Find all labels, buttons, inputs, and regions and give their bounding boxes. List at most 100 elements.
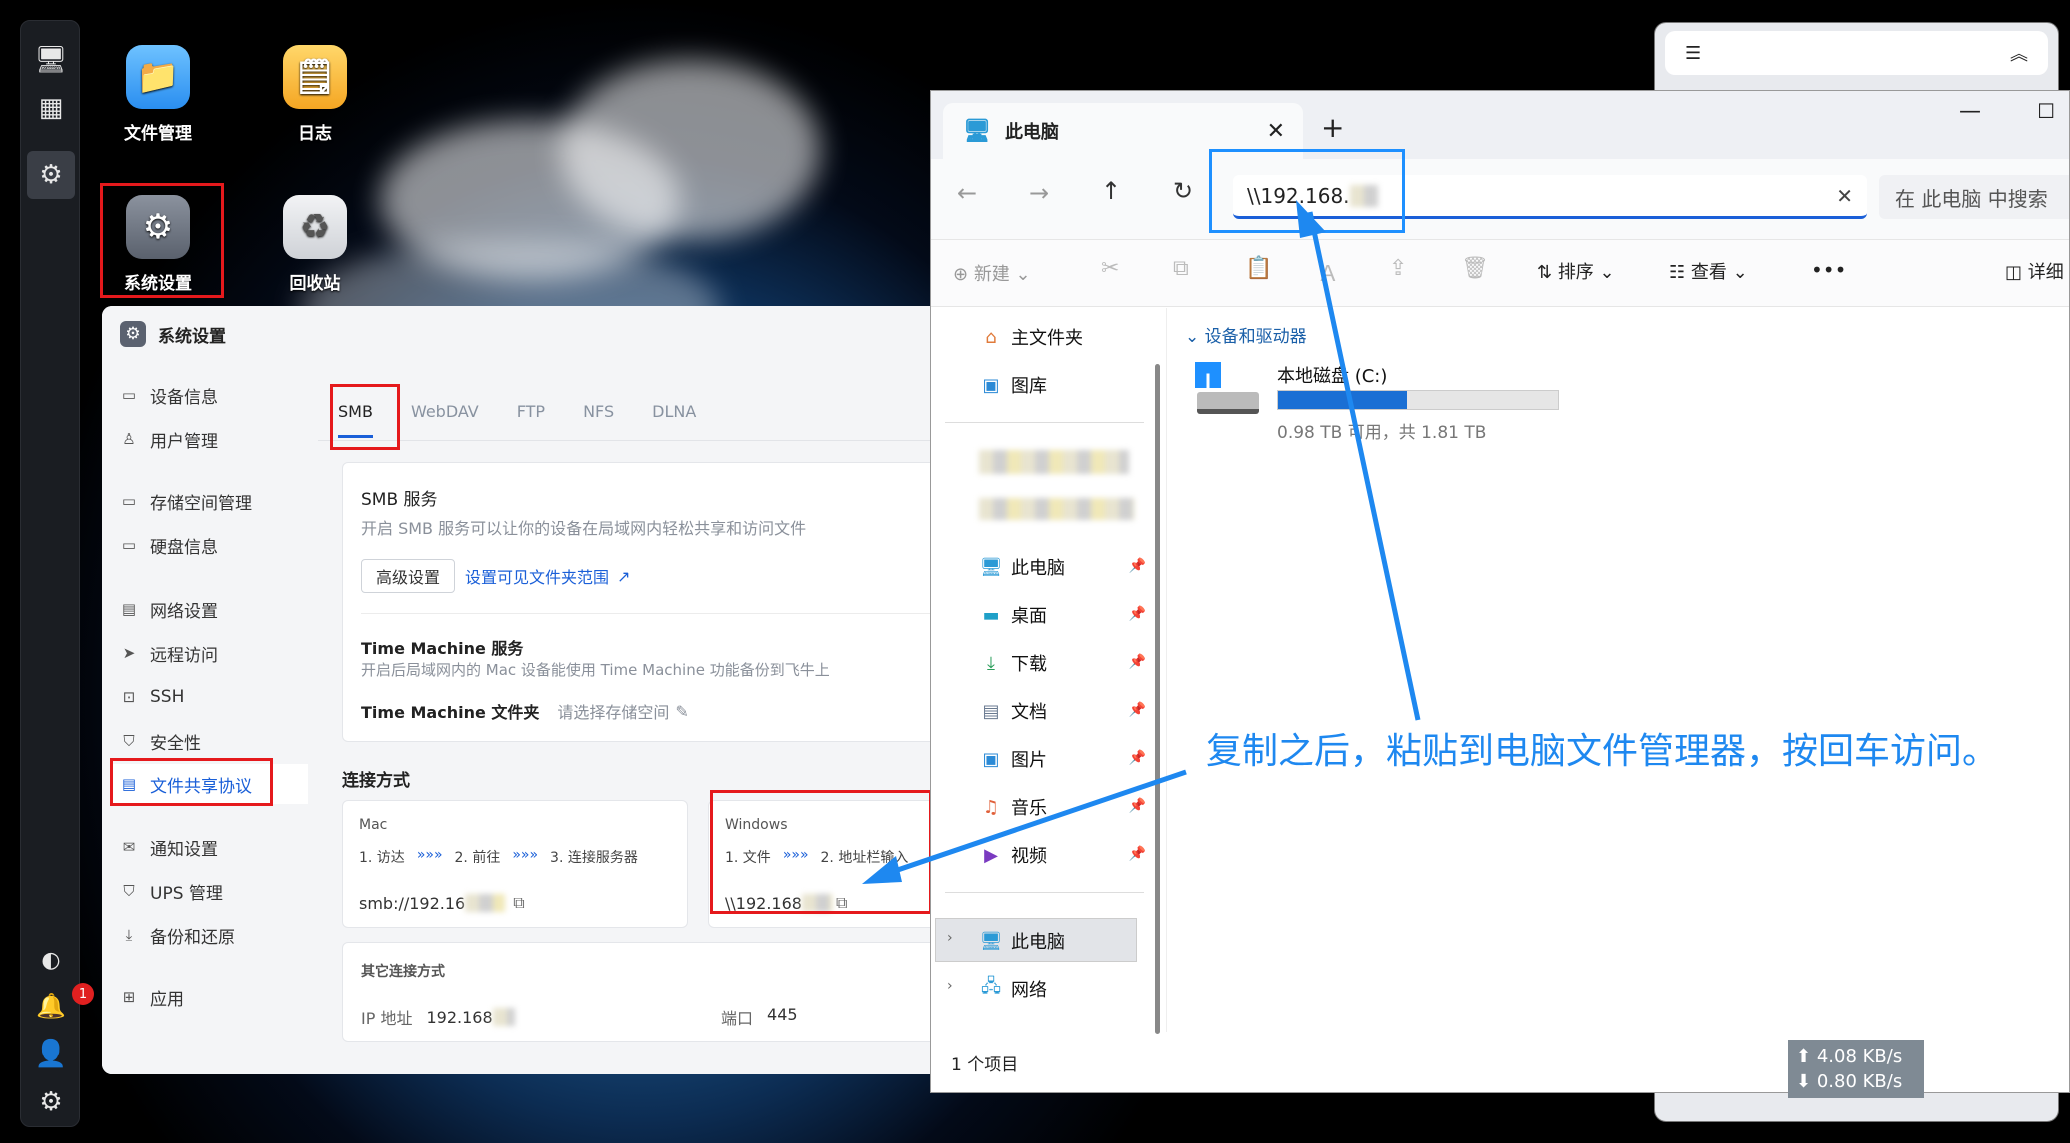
terminal-icon: ⊡ xyxy=(122,688,136,706)
apps-grid-icon[interactable]: ▦ xyxy=(34,91,68,125)
nav-backup[interactable]: ⤓ 备份和还原 xyxy=(120,920,235,950)
expand-chevron-icon[interactable]: › xyxy=(947,930,953,946)
arrow-icon: »»» xyxy=(416,847,443,863)
new-button[interactable]: ⊕ 新建 ⌄ xyxy=(953,260,1031,286)
nav-desktop[interactable]: ▬ 桌面 xyxy=(979,600,1047,630)
bell-icon[interactable]: 🔔 1 xyxy=(34,983,94,1023)
desktop-icon-file-manager[interactable]: 📁 文件管理 xyxy=(93,45,223,144)
pin-icon[interactable]: 📌 xyxy=(1129,606,1146,622)
user-icon: ♙ xyxy=(122,430,136,448)
left-dock: 🖥 ▦ ⚙ ◐ 🔔 1 👤 ⚙ xyxy=(20,20,94,1127)
nav-music[interactable]: ♫ 音乐 xyxy=(979,792,1047,822)
pin-icon[interactable]: 📌 xyxy=(1129,846,1146,862)
new-label: 新建 xyxy=(973,264,1010,285)
nav-pictures[interactable]: ▣ 图片 xyxy=(979,744,1047,774)
cut-icon[interactable]: ✂ xyxy=(1101,256,1119,281)
minimize-icon[interactable]: — xyxy=(1959,99,1981,124)
highlight-file-sharing xyxy=(110,758,273,806)
nav-storage[interactable]: ▭ 存储空间管理 xyxy=(120,486,252,516)
delete-icon[interactable]: 🗑 xyxy=(1461,256,1489,281)
maximize-icon[interactable]: ☐ xyxy=(2037,99,2055,123)
nav-apps[interactable]: ⊞ 应用 xyxy=(120,982,184,1012)
pin-icon[interactable]: 📌 xyxy=(1129,654,1146,670)
tm-title: Time Machine 服务 xyxy=(361,639,524,658)
device-icon: ▭ xyxy=(121,386,137,404)
nav-home[interactable]: ⌂ 主文件夹 xyxy=(979,322,1083,352)
back-icon[interactable]: ← xyxy=(957,179,977,207)
edit-icon[interactable]: ✎ xyxy=(675,702,688,721)
nav-disk-info[interactable]: ▭ 硬盘信息 xyxy=(120,530,218,560)
pin-icon[interactable]: 📌 xyxy=(1129,558,1146,574)
tm-folder-select[interactable]: 请选择存储空间 xyxy=(557,699,669,723)
nav-security[interactable]: ⛉ 安全性 xyxy=(120,726,201,756)
nav-documents[interactable]: ▤ 文档 xyxy=(979,696,1047,726)
nav-network[interactable]: ▤ 网络设置 xyxy=(120,594,218,624)
nav-scrollbar[interactable] xyxy=(1155,364,1160,1034)
section-header[interactable]: ⌄ 设备和驱动器 xyxy=(1185,322,1307,347)
nav-remote-access[interactable]: ➤ 远程访问 xyxy=(120,638,218,668)
nav-ups[interactable]: ⛉ UPS 管理 xyxy=(120,876,223,906)
close-tab-icon[interactable]: ✕ xyxy=(1267,119,1285,144)
tm-desc: 开启后局域网内的 Mac 设备能使用 Time Machine 功能备份到飞牛上 xyxy=(361,661,830,679)
share-icon[interactable]: ⇪ xyxy=(1389,256,1407,281)
nav-this-pc-pinned[interactable]: 🖥 此电脑 xyxy=(979,552,1065,582)
speed-icon[interactable]: ◐ xyxy=(34,943,68,977)
paste-icon[interactable]: 📋 xyxy=(1245,256,1272,281)
desktop-icon-log[interactable]: 🗒 日志 xyxy=(250,45,380,144)
nav-user-management[interactable]: ♙ 用户管理 xyxy=(120,424,218,454)
tab-dlna[interactable]: DLNA xyxy=(652,402,696,438)
advanced-settings-button[interactable]: 高级设置 xyxy=(361,559,456,593)
copy-icon[interactable]: ⧉ xyxy=(1173,256,1189,281)
nav-label: 桌面 xyxy=(1011,606,1047,627)
search-input[interactable]: 在 此电脑 中搜索 xyxy=(1879,175,2069,219)
monitor-icon[interactable]: 🖥 xyxy=(34,43,68,77)
nav-gallery[interactable]: ▣ 图库 xyxy=(979,370,1047,400)
visible-folder-link[interactable]: 设置可见文件夹范围 xyxy=(465,564,609,588)
nav-videos[interactable]: ▶ 视频 xyxy=(979,840,1047,870)
nav-label: 硬盘信息 xyxy=(150,537,218,558)
up-icon[interactable]: ↑ xyxy=(1101,177,1121,205)
nav-label: 用户管理 xyxy=(150,431,218,452)
network-icon: ▤ xyxy=(121,600,137,618)
icon-label: 回收站 xyxy=(289,274,341,294)
user-icon[interactable]: 👤 xyxy=(34,1037,68,1071)
nav-notifications[interactable]: ✉ 通知设置 xyxy=(120,832,218,862)
desktop-icon-recycle-bin[interactable]: ♻ 回收站 xyxy=(250,195,380,294)
nav-label: 视频 xyxy=(1011,846,1047,867)
nav-ssh[interactable]: ⊡ SSH xyxy=(120,682,185,712)
drive-space: 0.98 TB 可用，共 1.81 TB xyxy=(1277,423,1487,443)
port-value: 445 xyxy=(767,1005,798,1024)
nav-network[interactable]: 🖧 网络 xyxy=(979,974,1047,1004)
nav-label: 图库 xyxy=(1011,376,1047,397)
settings-sidebar: ▭ 设备信息 ♙ 用户管理 ▭ 存储空间管理 ▭ 硬盘信息 ▤ 网络设置 ➤ 远程访问 ⊡ S… xyxy=(102,362,318,1074)
nav-device-info[interactable]: ▭ 设备信息 xyxy=(120,380,218,410)
view-button[interactable]: ☷ 查看 ⌄ xyxy=(1669,258,1748,284)
tab-webdav[interactable]: WebDAV xyxy=(411,402,479,438)
collapse-icon[interactable]: ︽ xyxy=(2010,40,2028,66)
video-icon: ▶ xyxy=(984,844,998,866)
sort-button[interactable]: ⇅ 排序 ⌄ xyxy=(1537,258,1615,284)
refresh-icon[interactable]: ↻ xyxy=(1173,177,1193,205)
clear-icon[interactable]: ✕ xyxy=(1836,184,1853,208)
pin-icon[interactable]: 📌 xyxy=(1129,798,1146,814)
details-button[interactable]: ◫ 详细 xyxy=(2005,258,2064,284)
rename-icon[interactable]: Ａ xyxy=(1317,256,1339,288)
more-button[interactable]: ••• xyxy=(1811,258,1846,282)
expand-chevron-icon[interactable]: › xyxy=(947,978,953,994)
download-icon: ⤓ xyxy=(987,652,995,674)
pin-icon[interactable]: 📌 xyxy=(1129,750,1146,766)
new-tab-icon[interactable]: + xyxy=(1321,111,1344,144)
forward-icon[interactable]: → xyxy=(1029,179,1049,207)
nav-downloads[interactable]: ⤓ 下载 xyxy=(979,648,1047,678)
copy-icon[interactable]: ⧉ xyxy=(513,893,524,913)
nav-this-pc[interactable]: 🖥 此电脑 xyxy=(979,926,1065,956)
tab-nfs[interactable]: NFS xyxy=(583,402,614,438)
mail-icon: ✉ xyxy=(122,838,136,856)
settings-icon[interactable]: ⚙ xyxy=(27,151,75,199)
pin-icon[interactable]: 📌 xyxy=(1129,702,1146,718)
gear-icon[interactable]: ⚙ xyxy=(34,1085,68,1119)
tab-ftp[interactable]: FTP xyxy=(517,402,545,438)
explorer-nav-pane: ⌂ 主文件夹 ▣ 图库 🖥 此电脑 📌 ▬ 桌面 📌 ⤓ 下载 📌 ▤ 文档 📌 ▣ 图片 📌… xyxy=(931,308,1167,1034)
list-icon[interactable]: ☰ xyxy=(1685,43,1701,64)
nav-label: 应用 xyxy=(150,989,184,1010)
